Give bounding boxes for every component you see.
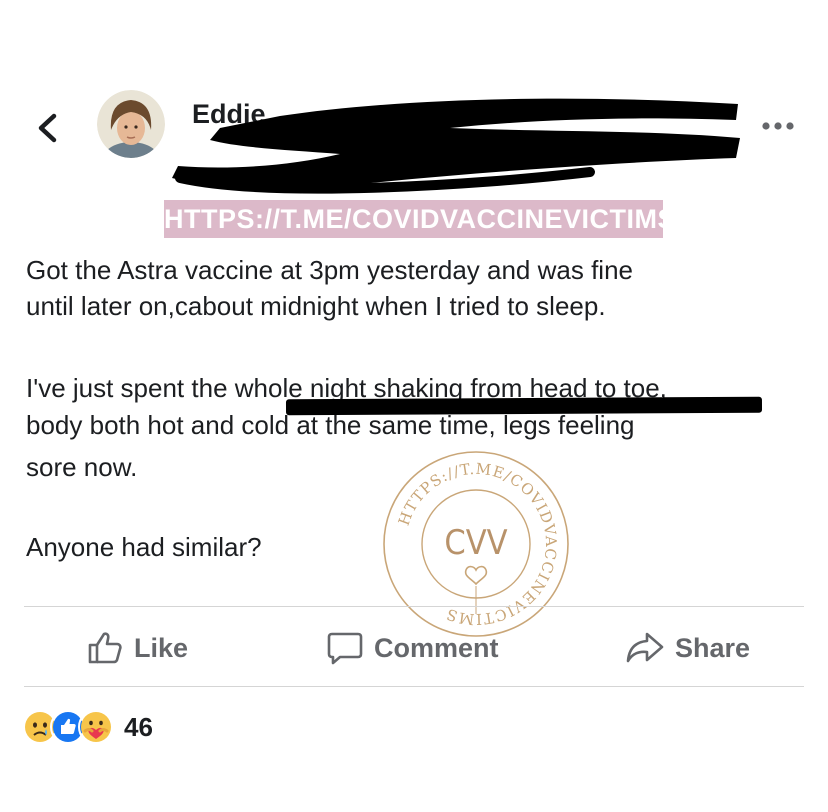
redaction-bar (285, 396, 763, 416)
care-emoji-icon (78, 709, 114, 745)
like-button[interactable]: Like (86, 624, 188, 672)
comment-button[interactable]: Comment (326, 624, 499, 672)
redaction-scribble (172, 98, 740, 194)
reaction-count: 46 (124, 711, 153, 742)
watermark-url-banner: HTTPS://T.ME/COVIDVACCINEVICTIMS (164, 200, 663, 238)
comment-label: Comment (374, 632, 499, 663)
heart-icon (464, 565, 488, 586)
stamp-center-text: CVV (444, 523, 507, 563)
chevron-left-icon (38, 113, 57, 143)
post-text-line: Anyone had similar? (26, 532, 262, 562)
reactions-summary[interactable]: 46 (22, 709, 153, 745)
more-options-button[interactable] (758, 116, 798, 136)
post-text-line: sore now. (26, 452, 138, 482)
thumbs-up-icon (88, 632, 122, 664)
divider (24, 686, 804, 687)
like-label: Like (134, 632, 189, 663)
back-button[interactable] (28, 108, 68, 148)
share-arrow-icon (626, 632, 664, 663)
post-text-line: until later on,cabout midnight when I tr… (26, 291, 606, 321)
post-text-line: Got the Astra vaccine at 3pm yesterday a… (26, 255, 633, 285)
watermark-stamp: HTTPS://T.ME/COVIDVACCINEVICTIMS CVV (383, 451, 569, 637)
share-label: Share (675, 632, 751, 663)
share-button[interactable]: Share (625, 624, 750, 672)
divider (24, 606, 804, 607)
ellipsis-icon (762, 122, 794, 130)
comment-bubble-icon (327, 632, 363, 665)
